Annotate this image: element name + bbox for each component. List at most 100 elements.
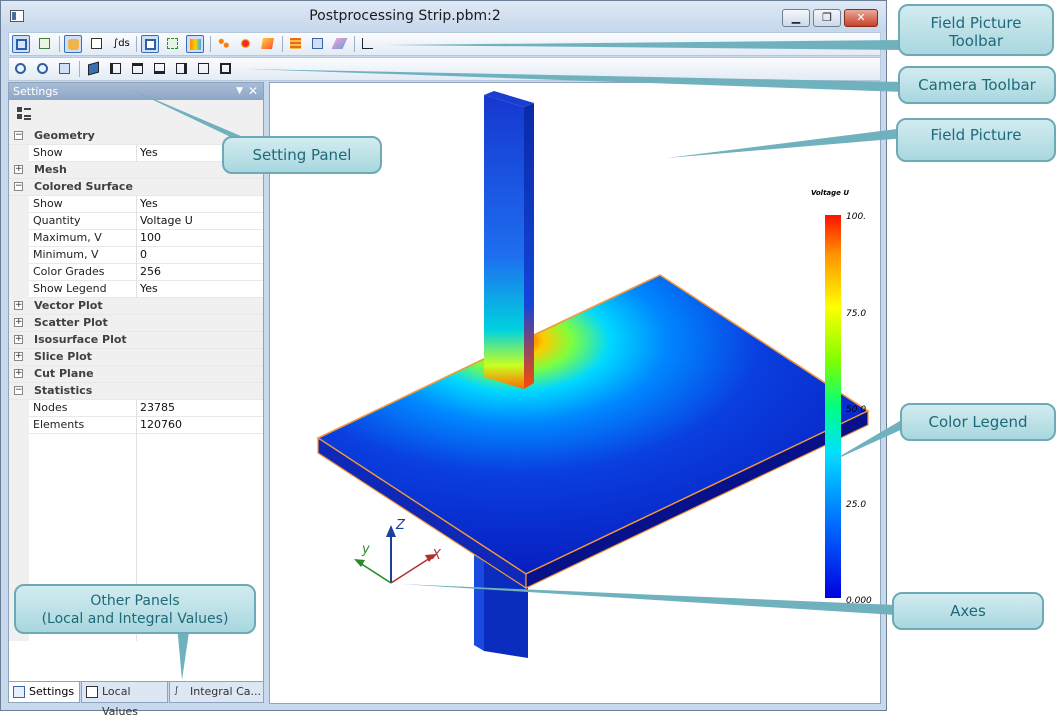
callout-other-panels: Other Panels (Local and Integral Values) (14, 584, 256, 634)
export-icon (312, 38, 323, 49)
category-statistics[interactable]: − Statistics (9, 383, 263, 400)
property-row[interactable]: Show Legend Yes (9, 281, 263, 298)
chart-button[interactable] (359, 35, 377, 53)
property-name: Maximum, V (33, 231, 102, 244)
vector-plot-icon (167, 38, 178, 49)
category-label: Colored Surface (34, 180, 133, 193)
chevron-down-icon[interactable]: ▼ (236, 83, 243, 100)
view-top-icon (198, 63, 209, 74)
property-value[interactable]: Yes (140, 281, 158, 297)
x-axis-label: X (431, 548, 442, 563)
isosurface-button[interactable] (237, 35, 255, 53)
view-iso-icon (88, 61, 99, 76)
minimize-button[interactable]: ▁ (782, 9, 810, 27)
restore-button[interactable]: ❐ (813, 9, 841, 27)
callout-text: Color Legend (928, 413, 1028, 431)
property-value[interactable]: Voltage U (140, 213, 193, 229)
legend-title: Voltage U (811, 189, 849, 197)
expand-icon[interactable]: + (14, 301, 23, 310)
settings-panel-title: Settings (13, 85, 59, 98)
expand-icon[interactable]: + (14, 335, 23, 344)
cut-plane-button[interactable] (287, 35, 305, 53)
property-value[interactable]: 120760 (140, 417, 182, 433)
integral-tab-icon: ∫ (174, 686, 179, 696)
category-label: Statistics (34, 384, 93, 397)
collapse-icon[interactable]: − (14, 182, 23, 191)
vector-plot-button[interactable] (164, 35, 182, 53)
close-button[interactable]: ✕ (844, 9, 878, 27)
property-row[interactable]: Maximum, V 100 (9, 230, 263, 247)
field-picture[interactable]: Voltage U 100. 75.0 50.0 25.0 0.000 Z X … (269, 82, 881, 704)
isosurface-icon (240, 38, 251, 49)
callout-text: Other Panels (90, 593, 180, 609)
collapse-icon[interactable]: − (14, 131, 23, 140)
categorized-sort-icon[interactable] (17, 107, 31, 121)
property-value[interactable]: 0 (140, 247, 147, 263)
toolbar-separator (282, 36, 283, 52)
slice-button[interactable] (259, 35, 277, 53)
zoom-out-button[interactable] (34, 60, 52, 78)
hand-button[interactable] (64, 35, 82, 53)
export-button[interactable] (309, 35, 327, 53)
expand-icon[interactable]: + (14, 369, 23, 378)
property-name: Show Legend (33, 282, 107, 295)
view-iso-button[interactable] (85, 60, 103, 78)
close-icon[interactable]: ✕ (248, 83, 258, 100)
view-top-button[interactable] (195, 60, 213, 78)
property-row[interactable]: Color Grades 256 (9, 264, 263, 281)
title-bar[interactable]: Postprocessing Strip.pbm:2 ▁ ❐ ✕ (1, 1, 886, 31)
field-window-button[interactable] (12, 35, 30, 53)
refresh-button[interactable] (36, 35, 54, 53)
colored-surface-button[interactable] (141, 35, 159, 53)
eraser-icon (331, 38, 348, 49)
zoom-fit-button[interactable] (56, 60, 74, 78)
property-value[interactable]: 100 (140, 230, 161, 246)
zoom-in-button[interactable] (12, 60, 30, 78)
callout-color-legend: Color Legend (900, 403, 1056, 441)
chart-icon (362, 38, 373, 49)
property-value[interactable]: 256 (140, 264, 161, 280)
property-value[interactable]: Yes (140, 196, 158, 212)
callout-text: Setting Panel (252, 146, 352, 164)
view-left-button[interactable] (151, 60, 169, 78)
property-row[interactable]: Quantity Voltage U (9, 213, 263, 230)
legend-tick-label: 100. (846, 212, 866, 222)
tab-label: Integral Ca... (190, 685, 262, 698)
category-cut-plane[interactable]: + Cut Plane (9, 366, 263, 383)
expand-icon[interactable]: + (14, 318, 23, 327)
view-right-button[interactable] (173, 60, 191, 78)
view-bottom-button[interactable] (217, 60, 235, 78)
property-row[interactable]: Show Yes (9, 196, 263, 213)
tab-label: Local Values (102, 685, 138, 718)
property-value[interactable]: Yes (140, 145, 158, 161)
expand-icon[interactable]: + (14, 165, 23, 174)
category-label: Mesh (34, 163, 67, 176)
view-front-button[interactable] (107, 60, 125, 78)
tab-local-values[interactable]: Local Values (81, 682, 168, 718)
view-back-button[interactable] (129, 60, 147, 78)
category-scatter-plot[interactable]: + Scatter Plot (9, 315, 263, 332)
category-label: Scatter Plot (34, 316, 108, 329)
legend-tick-label: 25.0 (846, 500, 866, 510)
expand-icon[interactable]: + (14, 352, 23, 361)
collapse-icon[interactable]: − (14, 386, 23, 395)
integral-values-button[interactable]: ∫ds (110, 35, 132, 53)
category-slice-plot[interactable]: + Slice Plot (9, 349, 263, 366)
category-colored-surface[interactable]: − Colored Surface (9, 179, 263, 196)
tab-integral-calculator[interactable]: ∫ Integral Ca... (169, 682, 264, 703)
zoom-in-icon (15, 63, 26, 74)
eraser-button[interactable] (331, 35, 349, 53)
callout-setting-panel: Setting Panel (222, 136, 382, 174)
tab-settings[interactable]: Settings (8, 682, 80, 703)
color-map-button[interactable] (186, 35, 204, 53)
property-row[interactable]: Nodes 23785 (9, 400, 263, 417)
scatter-button[interactable] (215, 35, 233, 53)
category-vector-plot[interactable]: + Vector Plot (9, 298, 263, 315)
legend-tick-label: 75.0 (846, 309, 866, 319)
local-values-button[interactable] (88, 35, 106, 53)
property-value[interactable]: 23785 (140, 400, 175, 416)
field-picture-canvas[interactable]: Voltage U 100. 75.0 50.0 25.0 0.000 Z X … (270, 83, 880, 703)
colored-surface-icon (145, 39, 156, 50)
category-isosurface-plot[interactable]: + Isosurface Plot (9, 332, 263, 349)
property-row[interactable]: Minimum, V 0 (9, 247, 263, 264)
